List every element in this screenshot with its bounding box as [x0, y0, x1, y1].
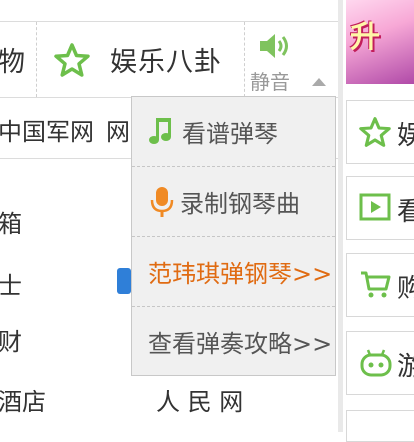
music-note-icon [148, 117, 174, 147]
mute-button[interactable]: 静音 [246, 22, 302, 97]
star-icon [359, 116, 391, 152]
menu-item-view-score[interactable]: 看谱弹琴 [132, 97, 335, 166]
left-list-item[interactable]: 士 [0, 266, 22, 301]
menu-link-label: 查看弹奏攻略>> [148, 330, 333, 358]
nav-divider [36, 22, 37, 97]
microphone-icon [150, 186, 174, 218]
sidebar-item-shopping[interactable]: 购 [346, 253, 414, 317]
nav-item-partial-label: 物 [0, 47, 26, 78]
piano-menu-popup: 看谱弹琴 录制钢琴曲 范玮琪弹钢琴>> 查看弹奏攻略>> [131, 96, 336, 376]
video-play-icon [359, 192, 391, 226]
gamepad-icon [359, 347, 393, 383]
sidebar-item-games[interactable]: 游 [346, 331, 414, 395]
top-nav-bar: 物 娱乐八卦 静音 [0, 21, 338, 98]
menu-item-label: 看谱弹琴 [182, 120, 278, 148]
link-partial[interactable]: 网 [106, 112, 130, 147]
sidebar-item-label: 看 [397, 197, 414, 227]
promo-banner[interactable]: 升 [346, 0, 414, 84]
sidebar-item-entertainment[interactable]: 娱 [346, 100, 414, 164]
nav-divider [244, 22, 245, 97]
sidebar-item-label: 娱 [397, 121, 414, 151]
shopping-cart-icon [359, 269, 391, 305]
sidebar-item-partial[interactable] [346, 410, 414, 442]
menu-link-play-guide[interactable]: 查看弹奏攻略>> [132, 307, 335, 376]
scrollbar[interactable] [338, 0, 343, 432]
menu-item-record[interactable]: 录制钢琴曲 [132, 167, 335, 236]
menu-item-label: 录制钢琴曲 [180, 190, 300, 218]
banner-text: 升 [350, 20, 380, 55]
left-list-item[interactable]: 酒店 [0, 382, 46, 417]
sidebar-item-video[interactable]: 看 [346, 176, 414, 240]
link-people-daily[interactable]: 人 民 网 [156, 382, 243, 417]
sidebar-item-label: 购 [397, 274, 414, 304]
mute-label: 静音 [250, 70, 290, 94]
nav-item-partial[interactable]: 物 [0, 22, 34, 97]
nav-item-entertainment[interactable]: 娱乐八卦 [54, 22, 244, 97]
star-outline-icon [54, 42, 90, 78]
sidebar-item-label: 游 [397, 352, 414, 382]
left-list-item[interactable]: 财 [0, 322, 22, 357]
badge-icon [117, 268, 131, 294]
nav-item-entertainment-label: 娱乐八卦 [110, 47, 222, 78]
menu-link-label: 范玮琪弹钢琴>> [148, 260, 333, 288]
left-list-item[interactable]: 箱 [0, 204, 22, 239]
menu-link-fan-weiqi[interactable]: 范玮琪弹钢琴>> [132, 237, 335, 306]
speaker-icon [258, 32, 292, 64]
link-chinamil[interactable]: 中国军网 [0, 112, 94, 147]
collapse-arrow-icon[interactable] [312, 78, 326, 86]
